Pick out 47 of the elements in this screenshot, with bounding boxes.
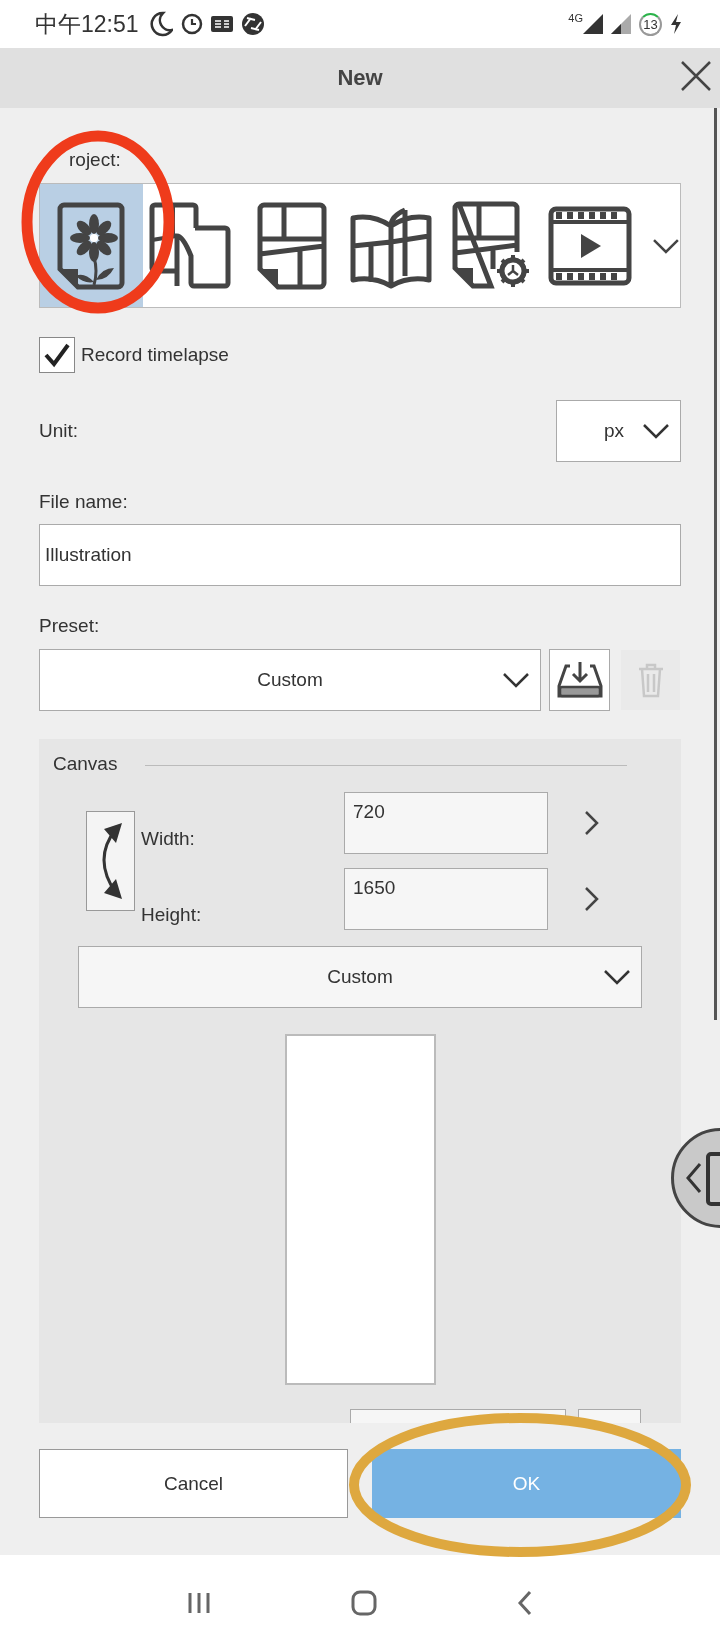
chevron-right-icon[interactable] <box>584 810 600 836</box>
panel-gear-icon <box>450 200 531 291</box>
signal-icon <box>583 14 603 34</box>
unit-label: Unit: <box>39 420 79 442</box>
checkmark-icon <box>43 341 71 368</box>
caret-icon <box>642 423 670 439</box>
project-label: roject: <box>68 148 122 172</box>
recent-apps-icon[interactable] <box>187 1590 211 1615</box>
home-icon[interactable] <box>351 1589 377 1616</box>
chevron-right-icon[interactable] <box>584 886 600 912</box>
dialog-title: New <box>337 65 383 91</box>
moon-icon <box>148 11 173 37</box>
cancel-button[interactable]: Cancel <box>39 1449 348 1518</box>
width-field[interactable]: 720 <box>344 792 548 854</box>
tray-download-icon <box>555 660 604 700</box>
status-time: 中午12:51 <box>35 9 139 39</box>
swap-dimensions-button[interactable] <box>86 811 135 911</box>
network-label: 4G <box>568 12 583 24</box>
back-icon[interactable] <box>517 1589 533 1616</box>
height-label: Height: <box>140 904 203 927</box>
checkbox-label: Record timelapse <box>81 343 229 366</box>
preset-dropdown[interactable]: Custom <box>39 649 541 711</box>
film-play-icon <box>548 205 633 286</box>
file-name-label: File name: <box>39 490 129 514</box>
project-type-option[interactable] <box>40 184 143 307</box>
aperture-icon <box>240 12 265 36</box>
caret-icon <box>502 672 530 688</box>
clock-icon <box>180 13 203 35</box>
caret-icon[interactable] <box>652 237 681 254</box>
preset-label: Preset: <box>39 614 101 638</box>
height-field[interactable]: 1650 <box>344 868 548 930</box>
canvas-section-title: Canvas <box>53 753 118 775</box>
trash-icon <box>636 662 665 698</box>
caret-icon <box>603 969 631 985</box>
file-name-field[interactable]: Illustration <box>39 524 681 586</box>
width-label: Width: <box>140 828 196 851</box>
canvas-size-dropdown[interactable]: Custom <box>78 946 642 1008</box>
signal-icon <box>611 14 631 34</box>
unit-dropdown[interactable]: px <box>556 400 681 462</box>
close-icon[interactable] <box>680 60 712 92</box>
import-preset-button[interactable] <box>549 649 610 711</box>
panel-page-icon <box>255 201 328 290</box>
charging-icon <box>670 14 682 34</box>
flower-page-icon <box>56 201 127 290</box>
battery-level: 13 <box>639 12 662 36</box>
news-icon <box>210 16 233 32</box>
checkbox[interactable] <box>39 336 75 373</box>
